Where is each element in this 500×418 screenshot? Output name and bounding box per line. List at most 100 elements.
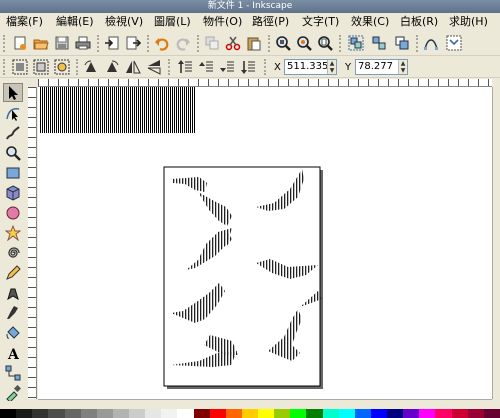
palette-swatch[interactable]: [322, 409, 339, 418]
menu-file[interactable]: 檔案(F): [6, 15, 43, 29]
select-in-layer-icon[interactable]: [32, 58, 50, 76]
ellipse-tool-icon[interactable]: [3, 203, 23, 222]
horizontal-scrollbar[interactable]: [38, 399, 492, 407]
open-icon[interactable]: [32, 34, 50, 52]
palette-swatch[interactable]: [209, 409, 226, 418]
palette-swatch[interactable]: [112, 409, 129, 418]
zoom-drawing-icon[interactable]: [295, 34, 313, 52]
palette-swatch[interactable]: [354, 409, 371, 418]
palette-swatch[interactable]: [64, 409, 81, 418]
undo-icon[interactable]: [153, 34, 171, 52]
palette-swatch[interactable]: [96, 409, 113, 418]
toolbar-grip[interactable]: [3, 59, 7, 75]
print-icon[interactable]: [74, 34, 92, 52]
drawing-canvas[interactable]: [38, 87, 492, 399]
star-tool-icon[interactable]: [3, 223, 23, 242]
stripe-block[interactable]: [40, 87, 195, 133]
select-all-icon[interactable]: [11, 58, 29, 76]
flip-vertical-icon[interactable]: [145, 58, 163, 76]
palette-swatch[interactable]: [0, 409, 17, 418]
raise-to-top-icon[interactable]: [176, 58, 194, 76]
vertical-scrollbar[interactable]: [492, 87, 500, 399]
rectangle-tool-icon[interactable]: [3, 163, 23, 182]
node-editor-icon[interactable]: [422, 34, 440, 52]
palette-swatch[interactable]: [241, 409, 258, 418]
palette-swatch[interactable]: [387, 409, 404, 418]
horizontal-ruler[interactable]: [38, 79, 492, 87]
xml-editor-icon[interactable]: [445, 34, 463, 52]
palette-swatch[interactable]: [338, 409, 355, 418]
calligraphy-tool-icon[interactable]: [3, 303, 23, 322]
palette-swatch[interactable]: [483, 409, 500, 418]
ungroup-icon[interactable]: [370, 34, 388, 52]
rotate-ccw-icon[interactable]: [82, 58, 100, 76]
lower-icon[interactable]: [218, 58, 236, 76]
y-spin-arrows[interactable]: ▲ ▼: [398, 60, 407, 74]
menu-text[interactable]: 文字(T): [302, 15, 339, 29]
clone-icon[interactable]: [393, 34, 411, 52]
rotate-cw-icon[interactable]: [103, 58, 121, 76]
duplicate-icon[interactable]: [203, 34, 221, 52]
spiral-tool-icon[interactable]: [3, 243, 23, 262]
paint-bucket-tool-icon[interactable]: [3, 323, 23, 342]
connector-tool-icon[interactable]: [3, 363, 23, 382]
import-icon[interactable]: [103, 34, 121, 52]
x-spinbox[interactable]: 511.335 ▲ ▼: [284, 59, 337, 75]
palette-swatch[interactable]: [16, 409, 33, 418]
palette-swatch[interactable]: [32, 409, 49, 418]
flip-horizontal-icon[interactable]: [124, 58, 142, 76]
palette-swatch[interactable]: [161, 409, 178, 418]
menu-help[interactable]: 求助(H): [449, 15, 488, 29]
palette-swatch[interactable]: [435, 409, 452, 418]
save-icon[interactable]: [53, 34, 71, 52]
menu-layer[interactable]: 圖層(L): [154, 15, 191, 29]
pencil-tool-icon[interactable]: [3, 263, 23, 282]
group-icon[interactable]: [347, 34, 365, 52]
palette-swatch[interactable]: [258, 409, 275, 418]
palette-swatch[interactable]: [129, 409, 146, 418]
3dbox-tool-icon[interactable]: [3, 183, 23, 202]
palette-swatch[interactable]: [403, 409, 420, 418]
tweak-tool-icon[interactable]: [3, 123, 23, 142]
paste-icon[interactable]: [245, 34, 263, 52]
zoom-tool-icon[interactable]: [3, 143, 23, 162]
pen-tool-icon[interactable]: [3, 283, 23, 302]
redo-icon[interactable]: [174, 34, 192, 52]
palette-swatch[interactable]: [419, 409, 436, 418]
palette-swatch[interactable]: [274, 409, 291, 418]
palette-swatch[interactable]: [80, 409, 97, 418]
toolbar-grip[interactable]: [3, 35, 7, 52]
text-tool-icon[interactable]: A: [3, 343, 23, 362]
x-spin-arrows[interactable]: ▲ ▼: [327, 60, 336, 74]
palette-swatch[interactable]: [290, 409, 307, 418]
palette-swatch[interactable]: [467, 409, 484, 418]
palette-swatch[interactable]: [177, 409, 194, 418]
menu-effects[interactable]: 效果(C): [351, 15, 389, 29]
export-icon[interactable]: [124, 34, 142, 52]
cut-icon[interactable]: [224, 34, 242, 52]
palette-swatch[interactable]: [48, 409, 65, 418]
palette-swatch[interactable]: [225, 409, 242, 418]
raise-icon[interactable]: [197, 58, 215, 76]
lower-to-bottom-icon[interactable]: [239, 58, 257, 76]
menu-object[interactable]: 物件(O): [203, 15, 242, 29]
palette-swatch[interactable]: [370, 409, 387, 418]
menu-view[interactable]: 檢視(V): [105, 15, 143, 29]
node-tool-icon[interactable]: [3, 103, 23, 122]
zoom-page-icon[interactable]: [316, 34, 334, 52]
zoom-selection-icon[interactable]: [274, 34, 292, 52]
menu-path[interactable]: 路徑(P): [252, 15, 289, 29]
menu-whiteboard[interactable]: 白板(R): [400, 15, 438, 29]
y-spinbox[interactable]: 78.277 ▲ ▼: [355, 59, 408, 75]
deselect-icon[interactable]: [53, 58, 71, 76]
palette-swatch[interactable]: [145, 409, 162, 418]
selector-tool-icon[interactable]: [3, 83, 23, 102]
dropper-tool-icon[interactable]: [3, 383, 23, 402]
palette-swatch[interactable]: [193, 409, 210, 418]
palette-swatch[interactable]: [306, 409, 323, 418]
menu-edit[interactable]: 編輯(E): [56, 15, 94, 29]
vertical-ruler[interactable]: [28, 87, 37, 399]
new-document-icon[interactable]: [11, 34, 29, 52]
palette-swatch[interactable]: [451, 409, 468, 418]
svg-text:A: A: [7, 347, 20, 361]
